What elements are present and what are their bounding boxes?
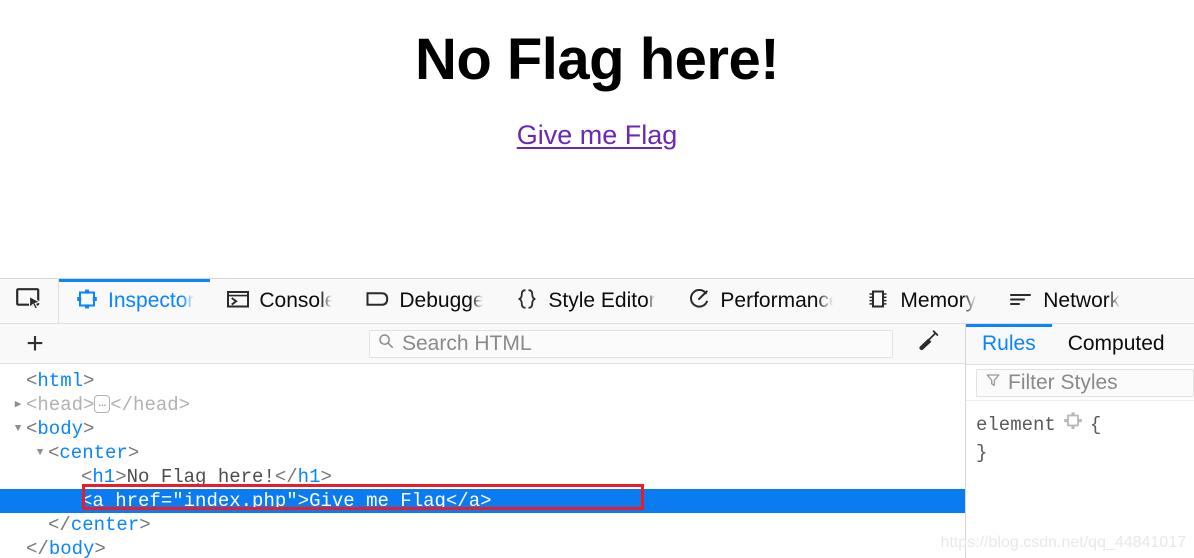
styles-sidebar: Rules Computed Filter Styles element {} — [966, 324, 1194, 558]
tab-rules-label: Rules — [982, 332, 1036, 355]
tab-style-editor-label: Style Editor — [548, 289, 656, 313]
dom-tree[interactable]: <html> ▶ <head>… </head> ▼ <body> ▼ <cen… — [0, 364, 965, 558]
twisty-expanded-center-icon[interactable]: ▼ — [32, 447, 48, 459]
tab-inspector[interactable]: Inspector — [59, 279, 211, 323]
add-node-button[interactable]: + — [0, 326, 70, 360]
tab-memory-label: Memory — [900, 289, 977, 313]
tab-network[interactable]: Network — [992, 279, 1136, 323]
dom-row-center-code: <center> — [48, 442, 140, 464]
filter-styles-input[interactable]: Filter Styles — [976, 368, 1194, 397]
dom-row-body-close[interactable]: </body> — [0, 537, 965, 558]
search-html-input[interactable]: Search HTML — [369, 329, 893, 358]
page-title: No Flag here! — [414, 27, 780, 92]
page-content-center: No Flag here! Give me Flag — [0, 0, 1194, 151]
filter-styles-placeholder: Filter Styles — [1008, 371, 1118, 394]
dom-row-anchor-selected[interactable]: <a href="index.php">Give me Flag</a> — [0, 489, 965, 513]
console-icon — [226, 289, 250, 314]
browser-page-viewport: No Flag here! Give me Flag — [0, 0, 1194, 278]
devtools-body: + Search HTML <html> ▶ <head> … </head> … — [0, 324, 1194, 558]
twisty-expanded-body-icon[interactable]: ▼ — [10, 423, 26, 435]
debugger-icon — [364, 289, 390, 314]
dom-row-html-code: <html> — [26, 370, 95, 392]
dom-row-html[interactable]: <html> — [0, 369, 965, 393]
dom-row-head[interactable]: ▶ <head>… </head> — [0, 393, 965, 417]
rule-close-brace: } — [976, 442, 988, 464]
devtools-tab-list: Inspector Console Debugger Style Editor … — [59, 279, 1194, 323]
dom-row-h1[interactable]: <h1>No Flag here!</h1> — [0, 465, 965, 489]
filter-styles-bar: Filter Styles — [966, 365, 1194, 401]
dom-row-center-close-code: </center> — [48, 514, 151, 536]
dom-row-head-code: <head>… </head> — [26, 394, 191, 416]
tab-debugger[interactable]: Debugger — [348, 279, 499, 323]
tab-network-label: Network — [1043, 289, 1121, 313]
tab-debugger-label: Debugger — [399, 289, 484, 313]
tab-computed-label: Computed — [1067, 332, 1165, 355]
collapsed-children-icon[interactable]: … — [94, 394, 111, 413]
dom-row-anchor-code: <a href="index.php">Give me Flag</a> — [81, 490, 492, 512]
tab-performance[interactable]: Performance — [671, 279, 849, 323]
rule-element-open[interactable]: element { — [976, 411, 1194, 439]
give-me-flag-link[interactable]: Give me Flag — [517, 120, 678, 151]
rule-element-close: } — [976, 439, 1194, 467]
search-icon — [378, 333, 394, 354]
plus-icon: + — [26, 326, 44, 360]
tab-inspector-label: Inspector — [108, 289, 195, 313]
inspector-icon — [75, 289, 99, 314]
markup-pane: + Search HTML <html> ▶ <head> … </head> … — [0, 324, 966, 558]
dom-row-h1-code: <h1>No Flag here!</h1> — [81, 466, 332, 488]
markup-toolbar: + Search HTML — [0, 324, 965, 364]
tab-rules[interactable]: Rules — [966, 324, 1052, 364]
search-html-placeholder: Search HTML — [402, 332, 532, 355]
funnel-icon — [985, 372, 1001, 393]
rule-open-brace: { — [1089, 414, 1102, 436]
performance-icon — [687, 288, 711, 315]
braces-icon — [515, 288, 539, 315]
tab-style-editor[interactable]: Style Editor — [499, 279, 671, 323]
memory-icon — [865, 288, 891, 315]
tab-performance-label: Performance — [720, 289, 834, 313]
tab-memory[interactable]: Memory — [849, 279, 992, 323]
devtools-toolbar: Inspector Console Debugger Style Editor … — [0, 279, 1194, 324]
dom-row-center[interactable]: ▼ <center> — [0, 441, 965, 465]
dom-row-center-close[interactable]: </center> — [0, 513, 965, 537]
tab-console[interactable]: Console — [210, 279, 348, 323]
eyedropper-icon — [916, 328, 942, 359]
network-icon — [1008, 289, 1034, 314]
dom-row-body-code: <body> — [26, 418, 95, 440]
devtools-panel: Inspector Console Debugger Style Editor … — [0, 278, 1194, 558]
highlight-node-icon[interactable] — [1063, 411, 1083, 439]
dom-row-body-close-code: </body> — [26, 538, 106, 558]
twisty-collapsed-head-icon[interactable]: ▶ — [10, 399, 26, 411]
tab-computed[interactable]: Computed — [1052, 324, 1181, 364]
styles-tab-list: Rules Computed — [966, 324, 1194, 365]
styles-rules-content: element { } — [966, 401, 1194, 558]
element-picker-button[interactable] — [0, 279, 59, 323]
element-picker-icon — [16, 287, 42, 315]
eyedropper-button[interactable] — [893, 328, 965, 359]
dom-row-body[interactable]: ▼ <body> — [0, 417, 965, 441]
tab-console-label: Console — [259, 289, 333, 313]
rule-selector-element: element — [976, 414, 1056, 436]
